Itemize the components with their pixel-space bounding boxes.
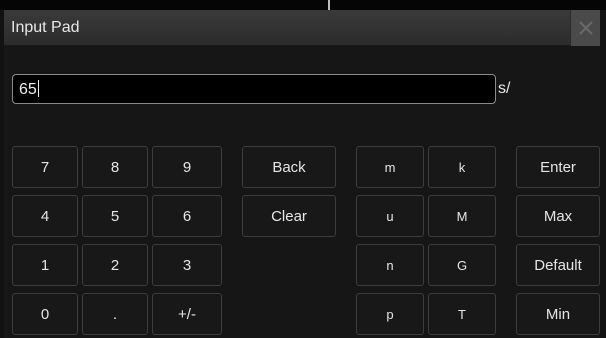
key-9[interactable]: 9 xyxy=(152,146,222,188)
key-7[interactable]: 7 xyxy=(12,146,78,188)
prefix-pico-key[interactable]: p xyxy=(356,293,424,335)
input-value-text: 65 xyxy=(19,80,39,98)
prefix-nano-key[interactable]: n xyxy=(356,244,424,286)
key-decimal-point[interactable]: . xyxy=(82,293,148,335)
top-strip xyxy=(0,0,606,10)
key-2[interactable]: 2 xyxy=(82,244,148,286)
prefix-milli-key[interactable]: m xyxy=(356,146,424,188)
key-plus-minus[interactable]: +/- xyxy=(152,293,222,335)
key-6[interactable]: 6 xyxy=(152,195,222,237)
prefix-micro-key[interactable]: u xyxy=(356,195,424,237)
max-button[interactable]: Max xyxy=(516,195,600,237)
value-input[interactable]: 65 xyxy=(12,74,496,104)
prefix-kilo-key[interactable]: k xyxy=(428,146,496,188)
default-button[interactable]: Default xyxy=(516,244,600,286)
window-title: Input Pad xyxy=(11,19,80,36)
key-0[interactable]: 0 xyxy=(12,293,78,335)
input-pad-titlebar: Input Pad xyxy=(4,10,600,46)
prefix-giga-key[interactable]: G xyxy=(428,244,496,286)
key-3[interactable]: 3 xyxy=(152,244,222,286)
input-pad-screen: Input Pad 65 s/ 7 8 9 4 5 6 1 2 3 0 . +/… xyxy=(0,0,606,338)
enter-button[interactable]: Enter xyxy=(516,146,600,188)
key-5[interactable]: 5 xyxy=(82,195,148,237)
input-pad-panel: 65 s/ 7 8 9 4 5 6 1 2 3 0 . +/- Back Cle… xyxy=(4,46,600,338)
key-1[interactable]: 1 xyxy=(12,244,78,286)
top-divider-tick xyxy=(328,0,330,10)
key-8[interactable]: 8 xyxy=(82,146,148,188)
prefix-mega-key[interactable]: M xyxy=(428,195,496,237)
back-button[interactable]: Back xyxy=(242,146,336,188)
clear-button[interactable]: Clear xyxy=(242,195,336,237)
close-button[interactable] xyxy=(570,10,600,46)
min-button[interactable]: Min xyxy=(516,293,600,335)
prefix-tera-key[interactable]: T xyxy=(428,293,496,335)
key-4[interactable]: 4 xyxy=(12,195,78,237)
close-icon xyxy=(579,21,593,35)
unit-label: s/ xyxy=(498,80,511,97)
text-caret xyxy=(37,80,39,97)
